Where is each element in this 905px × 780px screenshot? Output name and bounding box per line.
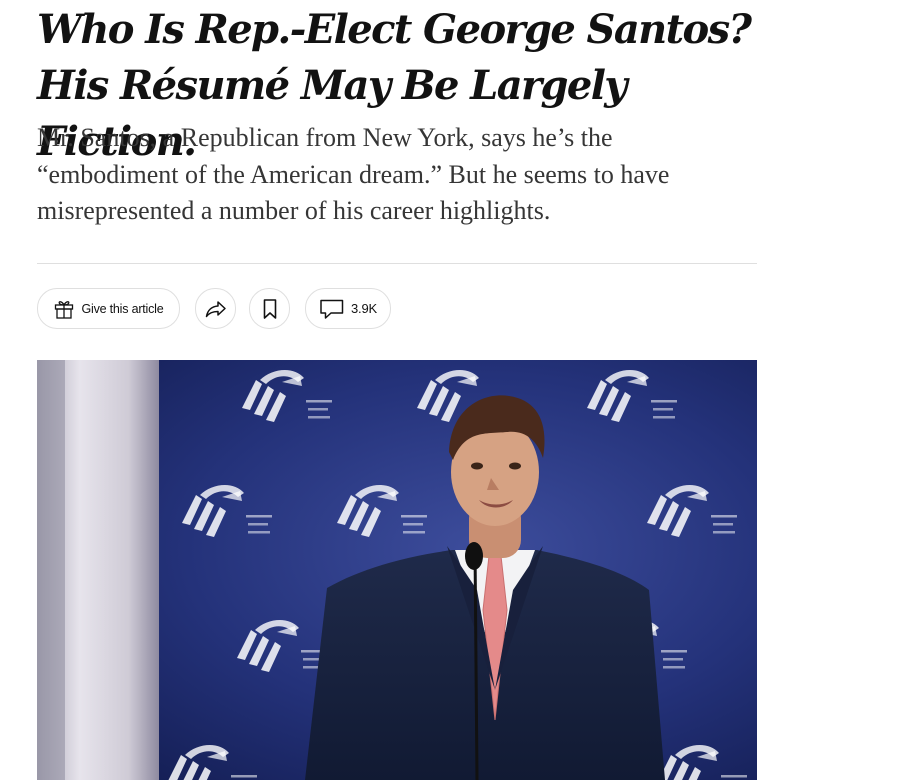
article-summary: Mr. Santos, a Republican from New York, … bbox=[37, 123, 670, 225]
speech-bubble-icon bbox=[319, 298, 345, 320]
gift-icon bbox=[53, 298, 75, 320]
article-lead-photo bbox=[37, 360, 757, 780]
give-article-label: Give this article bbox=[81, 301, 164, 316]
article-page: Who Is Rep.-Elect George Santos? His Rés… bbox=[0, 0, 905, 780]
share-button[interactable] bbox=[195, 288, 236, 329]
give-article-button[interactable]: Give this article bbox=[37, 288, 180, 329]
comments-button[interactable]: 3.9K bbox=[305, 288, 391, 329]
comments-count: 3.9K bbox=[351, 301, 377, 316]
bookmark-icon bbox=[262, 298, 278, 320]
divider bbox=[37, 263, 757, 264]
share-arrow-icon bbox=[204, 299, 228, 319]
article-toolbar: Give this article 3.9K bbox=[37, 288, 757, 329]
save-bookmark-button[interactable] bbox=[249, 288, 290, 329]
